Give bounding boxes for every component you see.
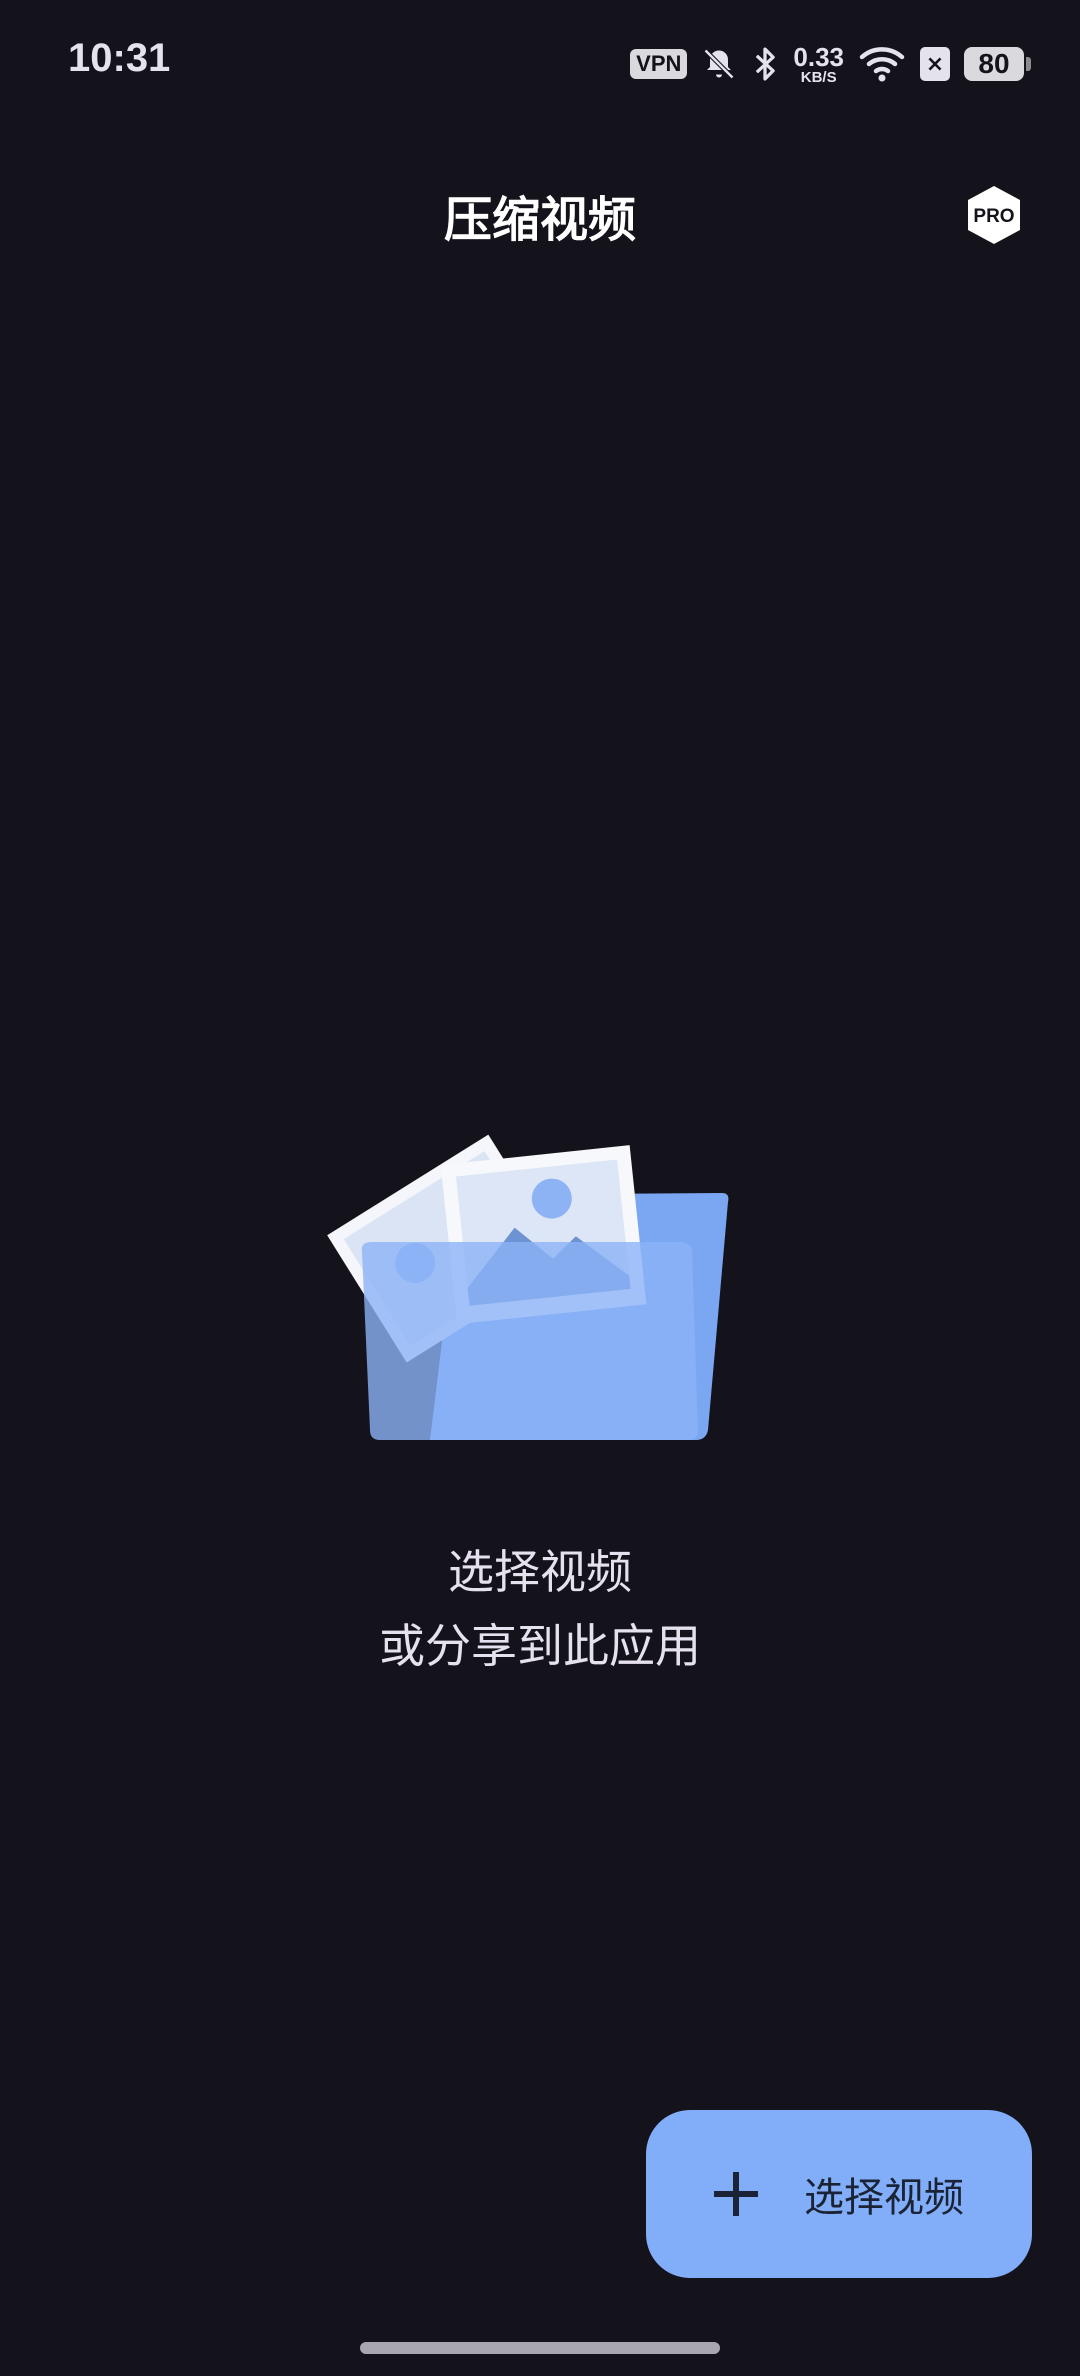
plus-icon: [714, 2172, 758, 2216]
empty-state-line2: 或分享到此应用: [379, 1619, 701, 1673]
page-title: 压缩视频: [443, 192, 636, 248]
folder-illustration: [327, 1134, 729, 1440]
network-speed-value: 0.33: [793, 41, 844, 72]
home-indicator[interactable]: [360, 2342, 720, 2354]
pro-badge-icon: PRO: [968, 186, 1020, 244]
screen: 10:31 VPN 0.33 KB/S × 80 压缩视频 PRO 选择视频 或…: [0, 0, 1080, 2376]
sim-missing-icon: ×: [920, 47, 950, 81]
select-video-fab[interactable]: 选择视频: [646, 2110, 1032, 2278]
status-time: 10:31: [68, 36, 171, 80]
status-bar: 10:31 VPN 0.33 KB/S × 80: [0, 0, 1080, 120]
select-video-label: 选择视频: [804, 2175, 964, 2221]
status-icons: VPN 0.33 KB/S × 80: [616, 40, 1031, 88]
pro-button[interactable]: PRO: [964, 184, 1024, 246]
battery-icon: 80: [964, 47, 1031, 81]
vpn-icon: VPN: [630, 49, 688, 79]
bluetooth-icon: [756, 47, 776, 81]
pro-label: PRO: [973, 206, 1014, 227]
bell-off-icon: [704, 48, 735, 80]
network-speed-unit: KB/S: [800, 68, 837, 86]
empty-state-line1: 选择视频: [448, 1545, 632, 1599]
network-speed: 0.33 KB/S: [793, 44, 844, 85]
wifi-icon: [859, 47, 905, 82]
empty-state-message: 选择视频 或分享到此应用: [0, 1535, 1080, 1683]
